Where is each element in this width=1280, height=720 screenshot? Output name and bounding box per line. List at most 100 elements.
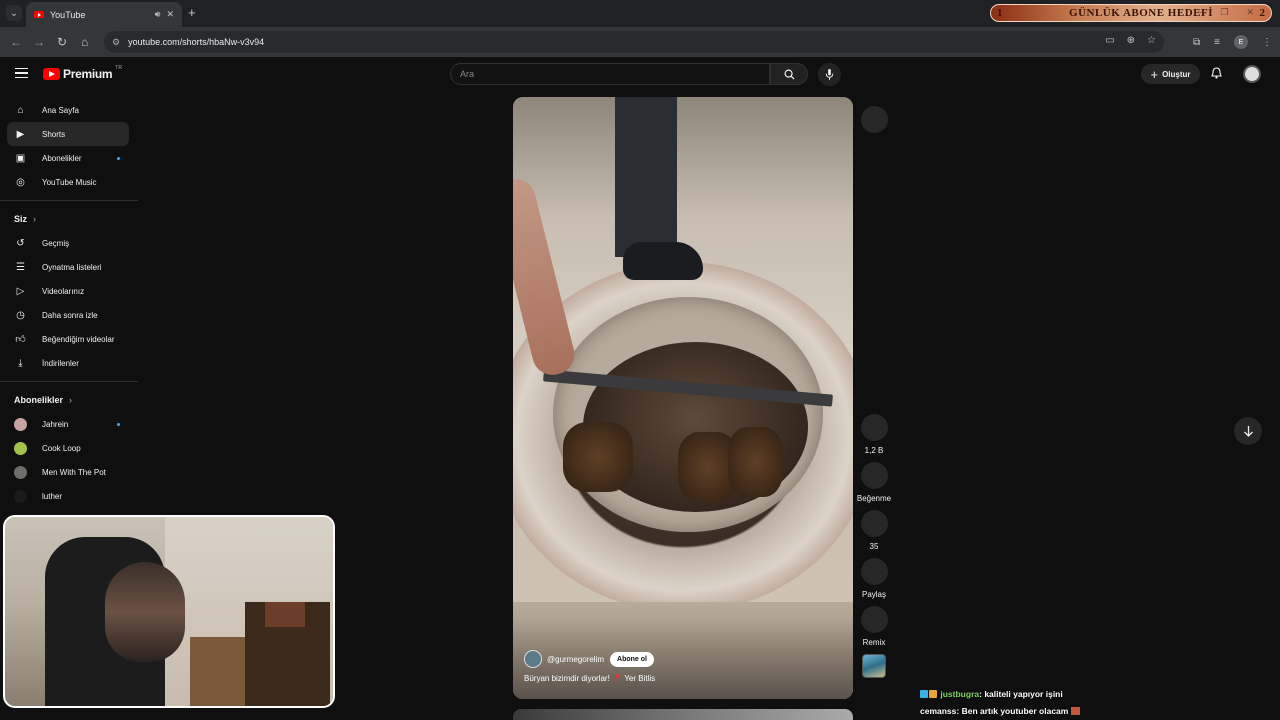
window-controls: ─ ❐ ✕ (1196, 7, 1254, 18)
sound-thumbnail[interactable] (862, 654, 886, 678)
comment-count: 35 (869, 542, 879, 551)
liked-icon: 👍︎ (15, 334, 26, 345)
browser-tab-bar: ⌄ YouTube 🔊︎ ✕ + 1 GÜNLÜK ABONE HEDEFİ 2… (0, 0, 1280, 27)
sidebar-channel-jahrein[interactable]: Jahrein (7, 412, 129, 436)
tab-search-chevron-icon[interactable]: ⌄ (6, 5, 22, 21)
menu-icon[interactable] (15, 68, 28, 78)
bookmark-star-icon[interactable]: ☆ (1147, 35, 1156, 46)
short-caption: Büryan bizimdir diyorlar! 📍︎ Yer Bitlis (524, 674, 655, 683)
youtube-logo[interactable]: Premium TR (43, 65, 122, 81)
cast-icon[interactable]: ▭ (1105, 35, 1114, 46)
sidebar-item-beğendiğim-videolar[interactable]: 👍︎ Beğendiğim videolar (7, 327, 129, 351)
shorts-video-player[interactable]: @gurmegorelim Abone ol Büryan bizimdir d… (513, 97, 853, 699)
extensions-icon[interactable]: ⧉ (1193, 37, 1200, 48)
next-video-button[interactable] (1234, 417, 1262, 445)
next-short-preview[interactable] (513, 709, 853, 720)
sidebar-divider (0, 200, 138, 201)
chat-user: cemanss (920, 706, 957, 716)
sidebar-item-abonelikler[interactable]: ▣ Abonelikler (7, 146, 129, 170)
comments-button[interactable] (860, 510, 888, 537)
sidebar-item-youtube-music[interactable]: ◎ YouTube Music (7, 170, 129, 194)
downloads-icon: ⤓ (18, 357, 23, 369)
channel-avatar[interactable] (524, 650, 542, 668)
sidebar-item-ana-sayfa[interactable]: ⌂ Ana Sayfa (7, 98, 129, 122)
video-leg (615, 97, 677, 257)
home-browser-icon[interactable]: ⌂ (81, 35, 88, 49)
sidebar-item-label: Shorts (42, 129, 66, 139)
like-count: 1,2 B (864, 446, 884, 455)
dislike-label: Beğenme (856, 494, 892, 503)
webcam-person (105, 562, 185, 662)
search-button[interactable] (770, 63, 808, 85)
sidebar-heading-you[interactable]: Siz › (0, 207, 138, 231)
sidebar-channel-men-with-the-pot[interactable]: Men With The Pot (7, 460, 129, 484)
minimize-icon[interactable]: ─ (1196, 7, 1202, 18)
channel-avatar (14, 417, 27, 431)
chevron-right-icon: › (33, 214, 37, 224)
search-placeholder: Ara (460, 69, 475, 79)
search-input[interactable]: Ara (450, 63, 770, 85)
account-avatar[interactable] (1243, 65, 1261, 83)
new-tab-button[interactable]: + (188, 5, 196, 20)
sidebar-item-label: Beğendiğim videolar (42, 334, 115, 344)
forward-icon[interactable]: → (33, 35, 45, 49)
omnibox-icons: ▭ ⊕ ☆ (1105, 35, 1156, 46)
chevron-right-icon: › (69, 395, 73, 405)
location-text[interactable]: Yer Bitlis (624, 674, 655, 683)
restore-icon[interactable]: ❐ (1220, 7, 1228, 18)
zoom-icon[interactable]: ⊕ (1127, 35, 1135, 46)
more-options-button[interactable] (860, 106, 888, 133)
sidebar: ⌂ Ana Sayfa ▶ Shorts ▣ Abonelikler ◎ YouTube Mu… (0, 98, 138, 508)
close-tab-icon[interactable]: ✕ (166, 9, 174, 20)
webcam-table (190, 637, 250, 706)
chat-message: justbugra: kaliteli yapıyor işini (920, 686, 1080, 703)
voice-search-button[interactable] (818, 63, 841, 86)
stream-chat: justbugra: kaliteli yapıyor işini cemans… (920, 686, 1080, 720)
site-info-icon[interactable]: ⚙ (112, 37, 120, 48)
channel-avatar (14, 489, 27, 503)
sidebar-channel-cook-loop[interactable]: Cook Loop (7, 436, 129, 460)
sidebar-item-daha-sonra-izle[interactable]: ◷ Daha sonra izle (7, 303, 129, 327)
back-icon[interactable]: ← (10, 35, 22, 49)
video-shoe (623, 242, 703, 280)
dislike-button[interactable] (860, 462, 888, 489)
watch-later-icon: ◷ (16, 309, 25, 321)
profile-avatar-icon[interactable]: E (1234, 35, 1248, 49)
sidebar-item-videolarınız[interactable]: ▷ Videolarınız (7, 279, 129, 303)
browser-menu-icon[interactable]: ⋮ (1262, 37, 1272, 48)
sidebar-heading-subscriptions[interactable]: Abonelikler › (0, 388, 138, 412)
speaker-icon[interactable]: 🔊︎ (155, 9, 161, 20)
webcam-shelf (245, 602, 330, 706)
chat-badge-icon (929, 690, 937, 698)
streamer-webcam (3, 515, 335, 708)
media-control-icon[interactable]: ≡ (1214, 37, 1220, 48)
close-window-icon[interactable]: ✕ (1246, 7, 1254, 18)
reload-icon[interactable]: ↻ (57, 35, 67, 49)
caption-text: Büryan bizimdir diyorlar! (524, 674, 610, 683)
sidebar-item-geçmiş[interactable]: ↺ Geçmiş (7, 231, 129, 255)
remix-button[interactable] (860, 606, 888, 633)
sidebar-item-i-ndirilenler[interactable]: ⤓ İndirilenler (7, 351, 129, 375)
playlists-icon: ☰ (16, 261, 25, 273)
notifications-button[interactable] (1211, 66, 1222, 84)
video-meat (728, 427, 783, 497)
create-button[interactable]: + Oluştur (1141, 64, 1200, 84)
bell-icon (1211, 67, 1222, 79)
browser-toolbar: ← → ↻ ⌂ ⚙ youtube.com/shorts/hbaNw-v3v94… (0, 27, 1280, 57)
sidebar-item-label: Geçmiş (42, 238, 70, 248)
chat-message: cemanss: Ben artık youtuber olacam (920, 703, 1080, 720)
sidebar-channel-luther[interactable]: luther (7, 484, 129, 508)
channel-avatar (14, 441, 27, 455)
channel-name[interactable]: @gurmegorelim (547, 655, 604, 664)
shorts-icon: ▶ (16, 128, 25, 140)
search-icon (784, 69, 795, 80)
address-bar[interactable]: ⚙ youtube.com/shorts/hbaNw-v3v94 (104, 31, 1164, 53)
share-button[interactable] (860, 558, 888, 585)
sidebar-item-label: Men With The Pot (42, 467, 106, 477)
like-button[interactable] (860, 414, 888, 441)
subscribe-button[interactable]: Abone ol (610, 651, 654, 667)
sidebar-item-oynatma-listeleri[interactable]: ☰ Oynatma listeleri (7, 255, 129, 279)
short-channel-row: @gurmegorelim Abone ol (524, 650, 654, 668)
browser-tab[interactable]: YouTube 🔊︎ ✕ (26, 2, 182, 27)
sidebar-item-shorts[interactable]: ▶ Shorts (7, 122, 129, 146)
